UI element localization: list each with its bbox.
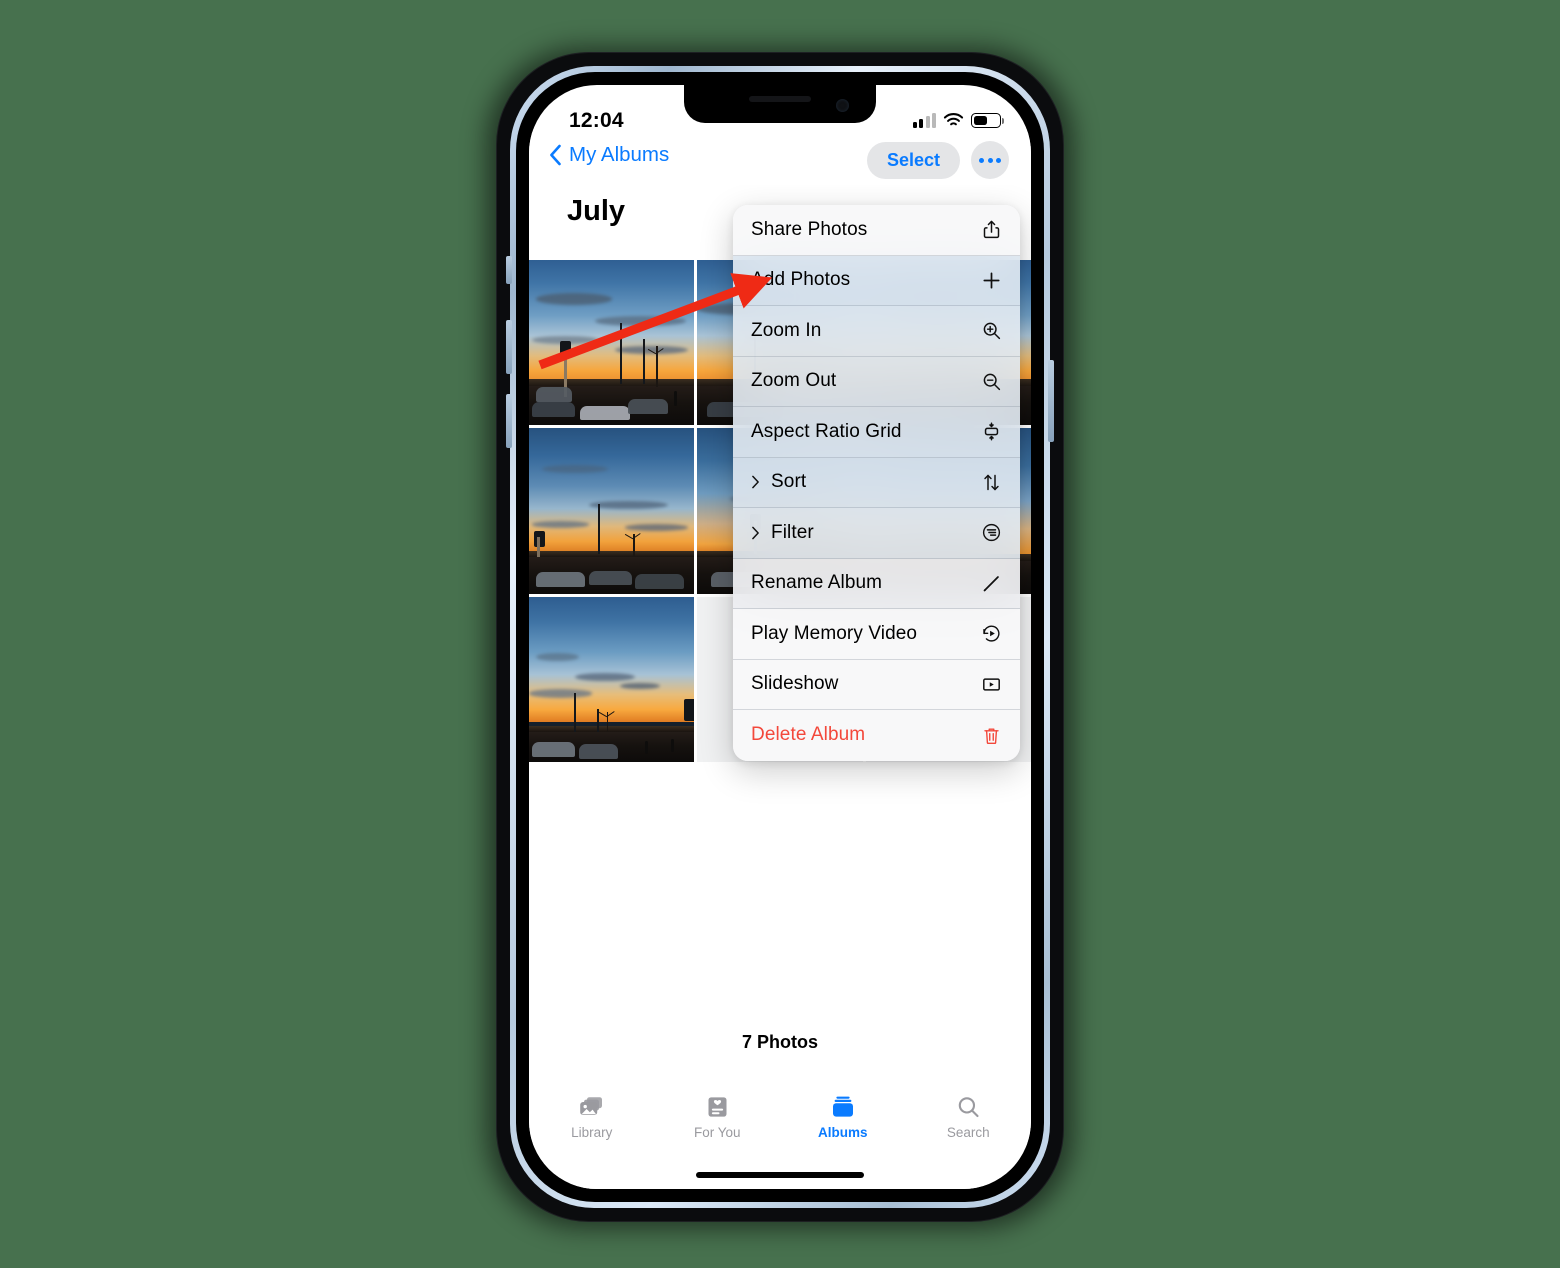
magnifier-plus-icon bbox=[978, 318, 1004, 344]
photo-thumbnail[interactable] bbox=[529, 596, 695, 762]
photo-artwork bbox=[529, 428, 695, 594]
menu-item-label: Zoom In bbox=[751, 319, 822, 341]
tab-label: For You bbox=[693, 1125, 741, 1140]
share-icon bbox=[978, 217, 1004, 243]
tab-for-you[interactable]: For You bbox=[655, 1093, 781, 1140]
menu-item-label: Sort bbox=[771, 471, 807, 493]
plus-icon bbox=[978, 267, 1004, 293]
for-you-icon bbox=[705, 1093, 730, 1120]
tab-label: Search bbox=[946, 1125, 990, 1140]
menu-item-delete-album[interactable]: Delete Album bbox=[733, 710, 1020, 761]
menu-item-sort[interactable]: Sort bbox=[733, 457, 1020, 508]
menu-item-label: Play Memory Video bbox=[751, 622, 918, 644]
front-camera bbox=[836, 99, 849, 112]
battery-fill-level bbox=[973, 115, 988, 126]
menu-item-label: Aspect Ratio Grid bbox=[751, 420, 902, 442]
back-to-my-albums-button[interactable]: My Albums bbox=[549, 143, 669, 167]
aspect-ratio-icon bbox=[978, 419, 1004, 445]
status-bar-indicators bbox=[912, 110, 1004, 128]
phone-screen: July 7 Photos Share Photos Add Photos Zo… bbox=[529, 85, 1031, 1189]
photo-count-label: 7 Photos bbox=[741, 1032, 818, 1052]
magnifier-minus-icon bbox=[978, 368, 1004, 394]
menu-item-share-photos[interactable]: Share Photos bbox=[733, 205, 1020, 256]
ellipsis-icon-dot bbox=[987, 157, 993, 163]
photo-artwork bbox=[529, 260, 695, 426]
photos-library-icon bbox=[578, 1093, 606, 1120]
ellipsis-icon-dot bbox=[995, 157, 1001, 163]
memory-video-icon bbox=[978, 621, 1004, 647]
photo-thumbnail[interactable] bbox=[529, 428, 695, 594]
menu-item-add-photos[interactable]: Add Photos bbox=[733, 255, 1020, 306]
volume-down-button[interactable] bbox=[506, 394, 512, 448]
menu-item-label: Slideshow bbox=[751, 673, 839, 695]
photo-artwork bbox=[529, 596, 695, 762]
albums-icon bbox=[830, 1093, 856, 1120]
filter-icon bbox=[978, 520, 1004, 546]
menu-item-play-memory-video[interactable]: Play Memory Video bbox=[733, 609, 1020, 660]
battery-icon bbox=[971, 113, 1004, 128]
tab-library[interactable]: Library bbox=[529, 1093, 655, 1140]
slideshow-play-icon bbox=[978, 671, 1004, 697]
more-options-context-menu: Share Photos Add Photos Zoom In Zoom Out… bbox=[733, 205, 1020, 761]
sort-arrows-icon bbox=[978, 469, 1004, 495]
menu-item-slideshow[interactable]: Slideshow bbox=[733, 659, 1020, 710]
menu-item-label: Zoom Out bbox=[751, 370, 837, 392]
select-button[interactable]: Select bbox=[866, 141, 960, 179]
navigation-bar: My Albums Select bbox=[529, 129, 1031, 185]
chevron-right-icon bbox=[751, 525, 760, 541]
menu-item-rename-album[interactable]: Rename Album bbox=[733, 558, 1020, 609]
earpiece-speaker bbox=[749, 96, 811, 102]
pencil-icon bbox=[978, 570, 1004, 596]
cellular-signal-icon bbox=[912, 113, 936, 128]
trash-icon bbox=[978, 722, 1004, 748]
menu-item-label: Share Photos bbox=[751, 218, 868, 240]
menu-item-label: Rename Album bbox=[751, 572, 883, 594]
search-icon bbox=[956, 1093, 981, 1120]
tab-albums[interactable]: Albums bbox=[780, 1093, 906, 1140]
mute-switch[interactable] bbox=[506, 256, 512, 284]
home-indicator[interactable] bbox=[696, 1172, 864, 1178]
wifi-icon bbox=[943, 112, 964, 128]
chevron-right-icon bbox=[751, 474, 760, 490]
back-button-label: My Albums bbox=[569, 143, 670, 166]
chevron-left-icon bbox=[549, 144, 562, 166]
menu-item-label: Delete Album bbox=[751, 724, 866, 746]
menu-item-aspect-ratio-grid[interactable]: Aspect Ratio Grid bbox=[733, 407, 1020, 458]
notch bbox=[684, 85, 876, 123]
volume-up-button[interactable] bbox=[506, 320, 512, 374]
tab-label: Albums bbox=[817, 1125, 868, 1140]
menu-item-label: Filter bbox=[771, 521, 814, 543]
ellipsis-icon-dot bbox=[979, 157, 985, 163]
page-title: July bbox=[567, 195, 626, 227]
photo-thumbnail[interactable] bbox=[529, 260, 695, 426]
tab-search[interactable]: Search bbox=[906, 1093, 1032, 1140]
more-options-button[interactable] bbox=[971, 141, 1009, 179]
tab-label: Library bbox=[571, 1125, 613, 1140]
menu-item-zoom-out[interactable]: Zoom Out bbox=[733, 356, 1020, 407]
menu-item-zoom-in[interactable]: Zoom In bbox=[733, 306, 1020, 357]
menu-item-filter[interactable]: Filter bbox=[733, 508, 1020, 559]
nav-bar-actions: Select bbox=[866, 141, 1009, 179]
menu-item-label: Add Photos bbox=[751, 269, 851, 291]
power-button[interactable] bbox=[1048, 360, 1054, 442]
